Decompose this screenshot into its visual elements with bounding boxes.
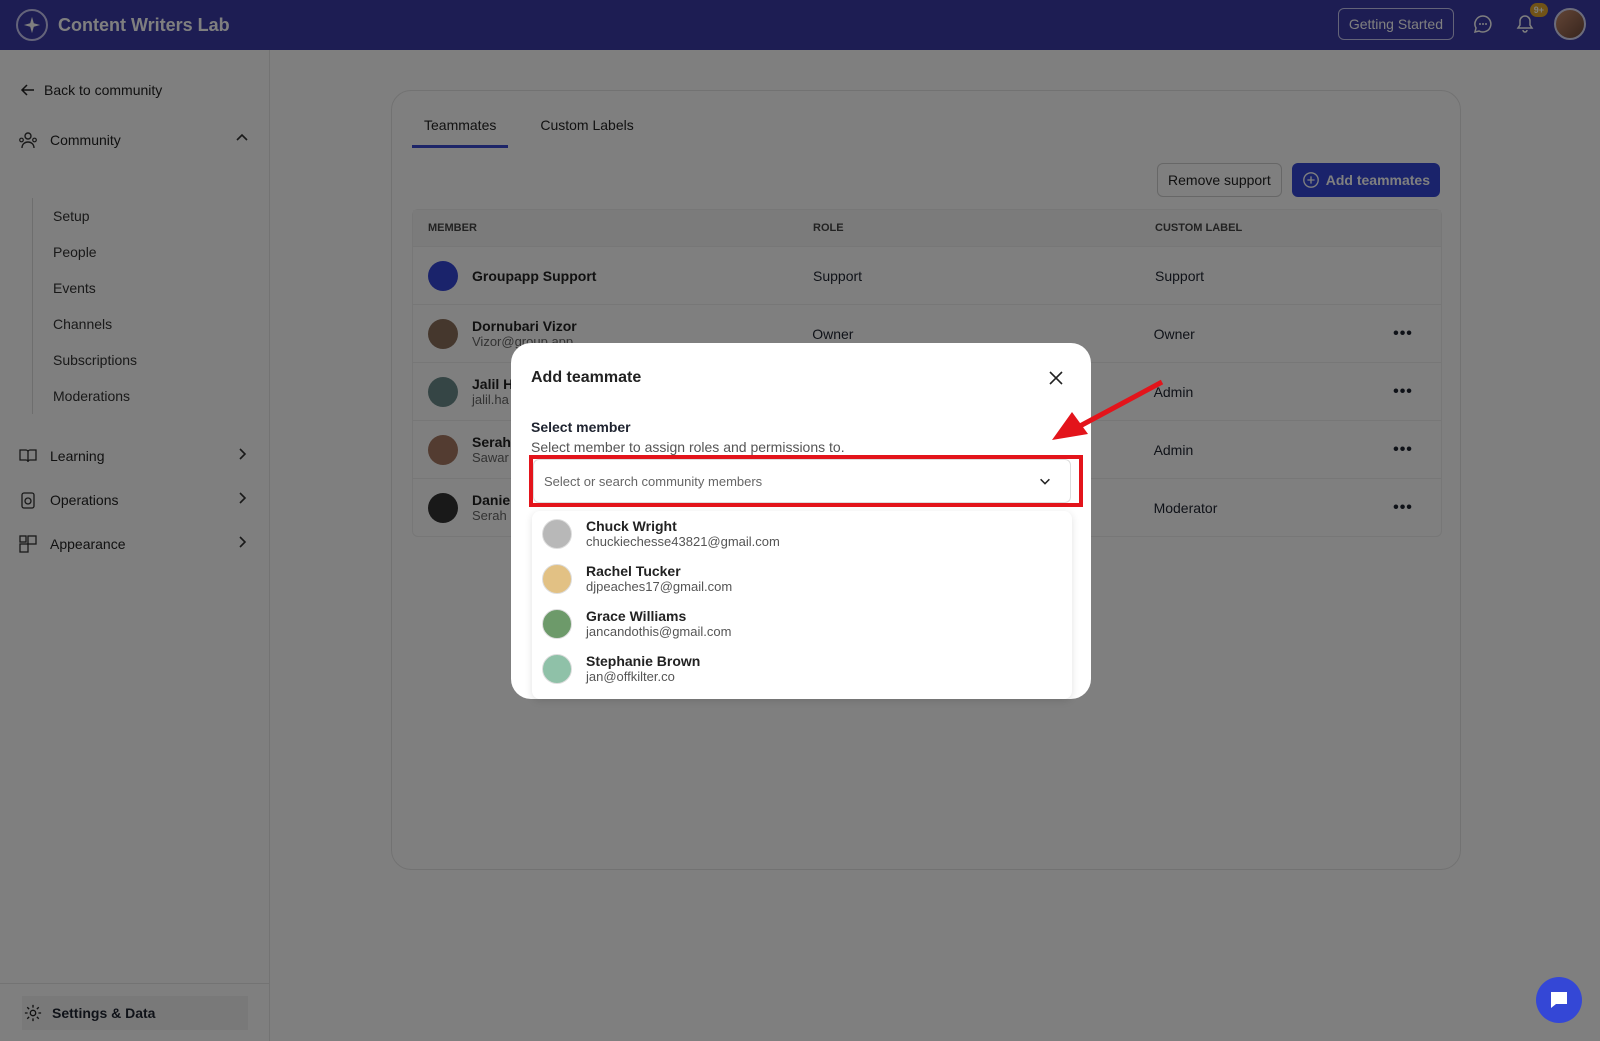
annotation-arrow-icon (1052, 379, 1164, 440)
option-email: jan@offkilter.co (586, 669, 675, 684)
member-option[interactable]: Grace Williams jancandothis@gmail.com (532, 601, 1072, 646)
option-name: Stephanie Brown (586, 653, 701, 669)
chat-bubble-icon (1551, 992, 1567, 1008)
option-name: Chuck Wright (586, 518, 677, 534)
member-option[interactable]: Rachel Tucker djpeaches17@gmail.com (532, 556, 1072, 601)
select-member-help: Select member to assign roles and permis… (531, 439, 845, 455)
avatar (542, 608, 572, 639)
member-dropdown: Chuck Wright chuckiechesse43821@gmail.com… (532, 511, 1072, 699)
option-email: chuckiechesse43821@gmail.com (586, 534, 780, 549)
member-option[interactable]: Stephanie Brown jan@offkilter.co (532, 646, 1072, 691)
option-name: Grace Williams (586, 608, 687, 624)
chat-support-button[interactable] (1536, 977, 1582, 1023)
option-email: djpeaches17@gmail.com (586, 579, 733, 594)
avatar (542, 653, 572, 684)
avatar (542, 518, 572, 549)
member-option[interactable]: Chuck Wright chuckiechesse43821@gmail.com (532, 511, 1072, 556)
annotation-highlight (529, 455, 1083, 507)
select-member-label: Select member (531, 419, 631, 435)
avatar (542, 563, 572, 594)
option-name: Rachel Tucker (586, 563, 681, 579)
add-teammate-modal: Add teammate Select member Select member… (511, 343, 1091, 699)
option-email: jancandothis@gmail.com (586, 624, 732, 639)
modal-title: Add teammate (531, 369, 642, 386)
